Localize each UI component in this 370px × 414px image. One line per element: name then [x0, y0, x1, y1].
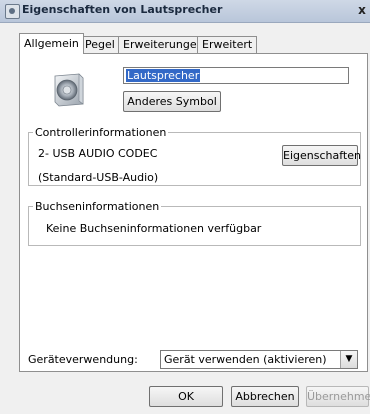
general-panel: Lautsprecher Anderes Symbol Controllerin…	[19, 53, 368, 372]
controller-properties-button[interactable]: Eigenschaften	[282, 145, 361, 166]
device-usage-select[interactable]: Gerät verwenden (aktivieren) ▼	[160, 350, 358, 369]
tab-pegel[interactable]: Pegel	[80, 36, 120, 53]
change-icon-button[interactable]: Anderes Symbol	[123, 91, 221, 112]
jack-info-title: Buchseninformationen	[33, 200, 162, 213]
jack-info-group: Buchseninformationen Keine Buchseninform…	[28, 200, 361, 246]
close-icon[interactable]: x	[355, 3, 369, 18]
speaker-icon	[5, 4, 20, 19]
title-bar[interactable]: Eigenschaften von Lautsprecher x	[0, 0, 370, 23]
controller-driver-name: (Standard-USB-Audio)	[38, 171, 159, 184]
speaker-device-icon	[54, 73, 84, 107]
device-name-field[interactable]: Lautsprecher	[123, 67, 349, 84]
jack-info-text: Keine Buchseninformationen verfügbar	[46, 222, 262, 235]
controller-info-title: Controllerinformationen	[33, 126, 169, 139]
chevron-down-icon[interactable]: ▼	[340, 351, 357, 368]
tab-erweitert[interactable]: Erweitert	[197, 36, 258, 53]
controller-info-group: Controllerinformationen 2- USB AUDIO COD…	[28, 126, 361, 186]
ok-button[interactable]: OK	[149, 386, 223, 407]
tab-allgemein[interactable]: Allgemein	[19, 33, 84, 54]
device-usage-label: Geräteverwendung:	[28, 353, 138, 366]
window-title: Eigenschaften von Lautsprecher	[22, 3, 223, 16]
apply-button[interactable]: Übernehmen	[306, 386, 370, 407]
properties-dialog: Eigenschaften von Lautsprecher x Allgeme…	[0, 0, 370, 414]
tab-erweiterungen[interactable]: Erweiterungen	[118, 36, 209, 53]
controller-device-name: 2- USB AUDIO CODEC	[38, 147, 158, 160]
cancel-button[interactable]: Abbrechen	[231, 386, 299, 407]
